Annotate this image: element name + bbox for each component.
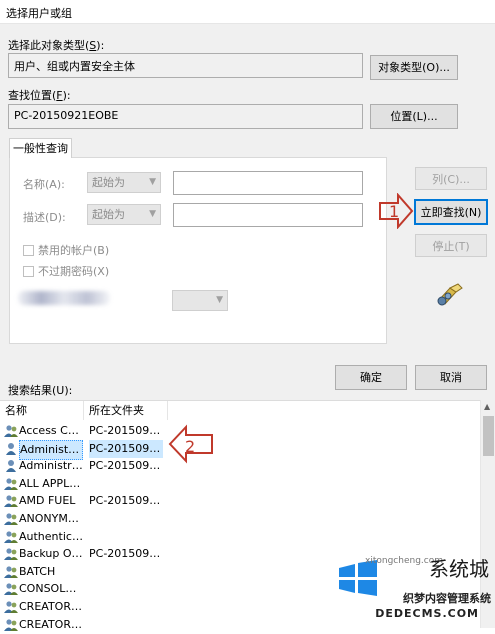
row-name: CONSOLE ... xyxy=(19,582,83,596)
description-input[interactable] xyxy=(173,203,363,227)
non-expiring-password-checkbox[interactable]: 不过期密码(X) xyxy=(23,263,109,279)
blurred-label xyxy=(18,291,110,305)
window-title: 选择用户或组 xyxy=(6,7,72,20)
row-name: ALL APPLIC... xyxy=(19,476,83,490)
column-header-name[interactable]: 名称 xyxy=(0,401,84,420)
chevron-down-icon: ▼ xyxy=(216,295,223,305)
find-now-button[interactable]: 立即查找(N) xyxy=(414,199,488,225)
user-icon xyxy=(6,442,16,455)
table-row[interactable]: ALL APPLIC... xyxy=(0,475,480,493)
group-icon xyxy=(4,601,18,613)
table-row[interactable]: Administrat... PC-20150921... xyxy=(0,457,480,475)
location-label: 查找位置(F): xyxy=(8,89,71,102)
columns-button[interactable]: 列(C)... xyxy=(415,167,487,190)
table-row[interactable]: AMD FUEL PC-20150921... xyxy=(0,492,480,510)
table-row[interactable]: Authenticat... xyxy=(0,528,480,546)
group-icon xyxy=(4,548,18,561)
common-queries-panel: 名称(A): 起始为 ▼ 描述(D): 起始为 ▼ 禁用的帐户(B) 不过期密码(X… xyxy=(9,157,387,344)
group-icon xyxy=(4,583,18,596)
row-folder: PC-20150921... xyxy=(89,459,163,473)
name-input[interactable] xyxy=(173,171,363,195)
step-1-number: 1 xyxy=(389,202,400,221)
table-row[interactable]: ANONYMO... xyxy=(0,510,480,528)
watermark: xitongcheng.com 系统城 织梦内容管理系统 DEDECMS.COM xyxy=(335,556,495,628)
row-name: BATCH xyxy=(19,564,56,578)
tab-common-queries[interactable]: 一般性查询 xyxy=(9,138,72,158)
row-name: Authenticat... xyxy=(19,529,83,543)
group-icon xyxy=(4,478,18,490)
select-users-dialog: 选择用户或组 选择此对象类型(S): 用户、组或内置安全主体 对象类型(O)..… xyxy=(0,0,495,631)
search-results-label: 搜索结果(U): xyxy=(8,384,73,397)
checkbox-box xyxy=(23,245,34,256)
description-label: 描述(D): xyxy=(23,211,66,224)
row-folder: PC-20150921... xyxy=(89,424,163,437)
row-name: AMD FUEL xyxy=(19,494,76,508)
group-icon xyxy=(4,513,18,525)
row-name: Access Con... xyxy=(19,424,83,437)
object-type-label: 选择此对象类型(S): xyxy=(8,39,105,52)
stop-button[interactable]: 停止(T) xyxy=(415,234,487,257)
object-type-field: 用户、组或内置安全主体 xyxy=(8,53,363,78)
group-icon xyxy=(4,618,18,631)
group-icon xyxy=(4,425,18,437)
disabled-accounts-checkbox[interactable]: 禁用的帐户(B) xyxy=(23,242,109,258)
group-icon xyxy=(4,566,18,578)
name-operator-select[interactable]: 起始为 ▼ xyxy=(87,172,161,193)
row-name: Administrat... xyxy=(19,459,83,473)
row-name: Backup Op... xyxy=(19,547,83,561)
object-types-button[interactable]: 对象类型(O)... xyxy=(370,55,458,80)
row-name: ANONYMO... xyxy=(19,512,83,525)
binoculars-icon xyxy=(437,283,463,306)
description-operator-select[interactable]: 起始为 ▼ xyxy=(87,204,161,225)
group-icon xyxy=(4,495,18,508)
table-row[interactable]: Administrat...PC-20150921... xyxy=(0,439,480,460)
scroll-thumb[interactable] xyxy=(483,416,494,456)
user-icon xyxy=(6,460,16,473)
checkbox-box xyxy=(23,266,34,277)
name-label: 名称(A): xyxy=(23,178,65,191)
row-folder: PC-20150921... xyxy=(89,439,163,458)
row-name: CREATOR ... xyxy=(19,600,83,613)
row-folder: PC-20150921... xyxy=(89,494,163,508)
title-bar: 选择用户或组 xyxy=(0,0,495,24)
locations-button[interactable]: 位置(L)... xyxy=(370,104,458,129)
days-select[interactable]: ▼ xyxy=(172,290,228,311)
chevron-down-icon: ▼ xyxy=(149,209,156,219)
table-row[interactable]: Access Con... PC-20150921... xyxy=(0,422,480,440)
group-icon xyxy=(4,530,18,543)
row-name: CREATOR ... xyxy=(19,617,83,631)
ok-button[interactable]: 确定 xyxy=(335,365,407,390)
scroll-up-icon[interactable]: ▲ xyxy=(484,402,490,411)
chevron-down-icon: ▼ xyxy=(149,177,156,187)
step-2-number: 2 xyxy=(185,437,196,456)
cancel-button[interactable]: 取消 xyxy=(415,365,487,390)
column-header-folder[interactable]: 所在文件夹 xyxy=(84,401,168,420)
location-field: PC-20150921EOBE xyxy=(8,104,363,129)
row-folder: PC-20150921... xyxy=(89,547,163,561)
